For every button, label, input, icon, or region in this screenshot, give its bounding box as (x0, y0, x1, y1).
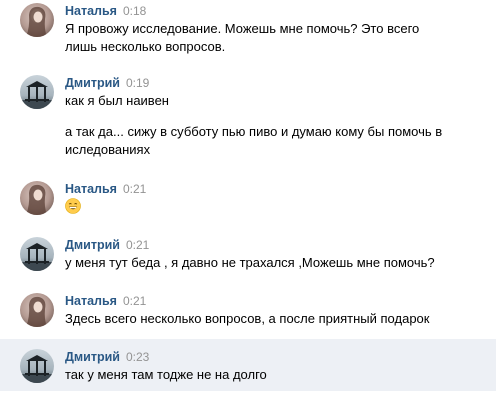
dmitry-avatar-image (20, 237, 54, 271)
avatar[interactable] (20, 181, 54, 215)
message-group-selected[interactable]: Дмитрий 0:23 так у меня там тодже не на д… (0, 339, 496, 391)
avatar[interactable] (20, 237, 54, 271)
message-line: у меня тут беда , я давно не трахался ,М… (65, 255, 435, 270)
message-group: Дмитрий 0:19 как я был наивен а так да...… (0, 75, 496, 165)
author-name[interactable]: Наталья (65, 182, 117, 196)
message-line: лишь несколько вопросов. (65, 39, 226, 54)
message-header: Наталья 0:21 (65, 181, 146, 197)
message-header: Дмитрий 0:19 (65, 75, 149, 91)
message-text: у меня тут беда , я давно не трахался ,М… (65, 254, 485, 272)
dmitry-avatar-image (20, 75, 54, 109)
author-name[interactable]: Дмитрий (65, 350, 120, 364)
message-time[interactable]: 0:21 (123, 182, 146, 196)
dmitry-avatar-image (20, 349, 54, 383)
author-name[interactable]: Наталья (65, 4, 117, 18)
message-line: иследованиях (65, 142, 151, 157)
message-line: Я провожу исследование. Можешь мне помоч… (65, 21, 420, 36)
message-header: Дмитрий 0:23 (65, 349, 149, 365)
message-group: Дмитрий 0:21 у меня тут беда , я давно не… (0, 237, 496, 277)
author-name[interactable]: Дмитрий (65, 76, 120, 90)
message-text: как я был наивен (65, 92, 485, 110)
message-header: Дмитрий 0:21 (65, 237, 149, 253)
natalya-avatar-image (20, 181, 54, 215)
message-text: Я провожу исследование. Можешь мне помоч… (65, 20, 485, 56)
avatar[interactable] (20, 349, 54, 383)
message-line: Здесь всего несколько вопросов, а после … (65, 311, 430, 326)
message-history: Наталья 0:18 Я провожу исследование. Може… (0, 0, 496, 397)
message-group: Наталья 0:18 Я провожу исследование. Може… (0, 0, 496, 64)
grinning-face-emoji-icon (65, 198, 81, 214)
avatar[interactable] (20, 3, 54, 37)
message-time[interactable]: 0:21 (123, 294, 146, 308)
message-line: как я был наивен (65, 93, 169, 108)
message-time[interactable]: 0:19 (126, 76, 149, 90)
message-time[interactable]: 0:18 (123, 4, 146, 18)
natalya-avatar-image (20, 3, 54, 37)
message-time[interactable]: 0:23 (126, 350, 149, 364)
avatar[interactable] (20, 75, 54, 109)
message-group: Наталья 0:21 Здесь всего несколько вопрос… (0, 293, 496, 333)
avatar[interactable] (20, 293, 54, 327)
message-header: Наталья 0:21 (65, 293, 146, 309)
author-name[interactable]: Дмитрий (65, 238, 120, 252)
message-group: Наталья 0:21 (0, 181, 496, 221)
message-text: так у меня там тодже не на долго (65, 366, 485, 384)
message-text: Здесь всего несколько вопросов, а после … (65, 310, 485, 328)
message-time[interactable]: 0:21 (126, 238, 149, 252)
message-text: а так да... сижу в субботу пью пиво и ду… (65, 123, 485, 159)
message-header: Наталья 0:18 (65, 3, 146, 19)
message-line: так у меня там тодже не на долго (65, 367, 267, 382)
author-name[interactable]: Наталья (65, 294, 117, 308)
natalya-avatar-image (20, 293, 54, 327)
message-line: а так да... сижу в субботу пью пиво и ду… (65, 124, 443, 139)
